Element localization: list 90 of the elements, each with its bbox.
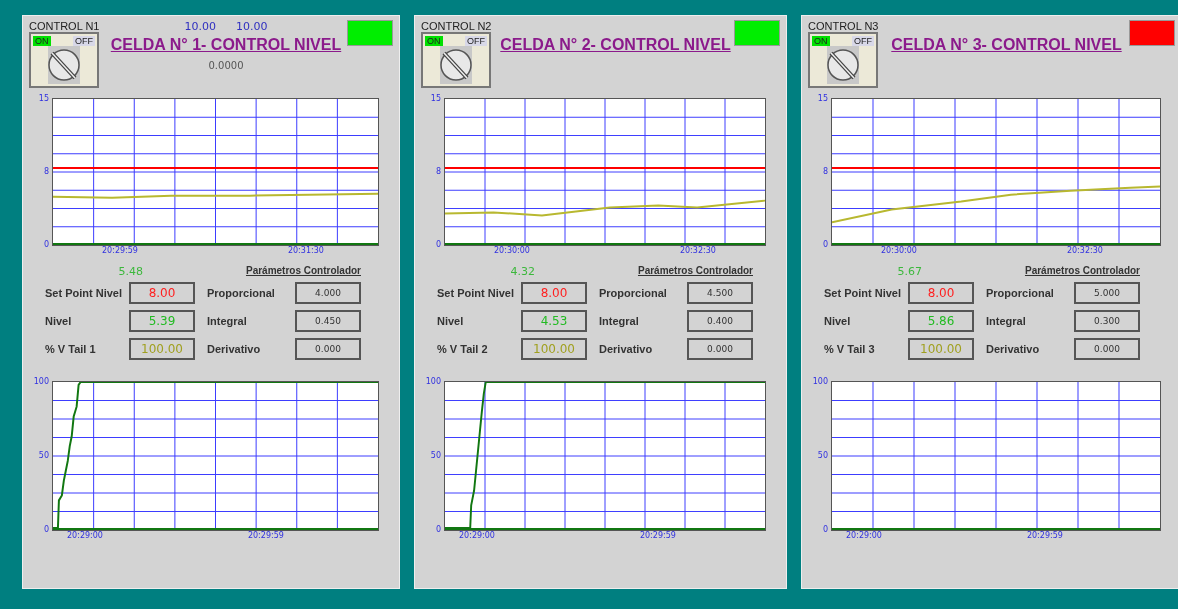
- value-field[interactable]: 0.450: [295, 310, 361, 332]
- axis-tick-label: 20:29:59: [1026, 531, 1063, 542]
- value-readout: 5.67: [897, 265, 922, 279]
- field-label: % V Tail 1: [45, 343, 97, 355]
- axis-tick-label: 20:29:00: [459, 531, 495, 542]
- axis-tick-label: 20:31:30: [287, 246, 324, 257]
- field-label: Nivel: [437, 315, 465, 327]
- axis-tick-label: 20:29:59: [102, 246, 138, 257]
- axis-tick-label: 0: [43, 526, 49, 534]
- on-label: ON: [33, 36, 51, 46]
- control-label: CONTROL N1: [29, 20, 101, 32]
- axis-tick-label: 20:30:00: [881, 246, 917, 257]
- axis-tick-label: 8: [822, 168, 828, 176]
- axis-tick-label: 0: [822, 526, 828, 534]
- axis-tick-label: 50: [38, 452, 49, 460]
- value-field[interactable]: 5.000: [1074, 282, 1140, 304]
- axis-tick-label: 100: [425, 378, 441, 386]
- on-label: ON: [425, 36, 443, 46]
- value-field: 5.86: [908, 310, 974, 332]
- field-label: Derivativo: [599, 343, 654, 355]
- value-readout: 10.00: [236, 20, 268, 35]
- field-label: Proporcional: [207, 287, 276, 299]
- value-field[interactable]: 0.300: [1074, 310, 1140, 332]
- axis-tick-label: 50: [817, 452, 828, 460]
- axis-tick-label: 15: [38, 95, 49, 103]
- value-field: 100.00: [129, 338, 195, 360]
- control-label: CONTROL N3: [808, 20, 880, 32]
- field-label: Proporcional: [599, 287, 668, 299]
- axis-tick-label: 20:30:00: [494, 246, 530, 257]
- section-title: Parámetros Controlador: [245, 265, 361, 278]
- section-title: Parámetros Controlador: [1024, 265, 1140, 278]
- value-field: 8.00: [908, 282, 974, 304]
- value-field[interactable]: 0.400: [687, 310, 753, 332]
- panel-title: CELDA N° 2- CONTROL NIVEL: [500, 36, 731, 54]
- axis-tick-label: 15: [817, 95, 828, 103]
- value-field[interactable]: 4.000: [295, 282, 361, 304]
- on-label: ON: [812, 36, 830, 46]
- value-field: 8.00: [129, 282, 195, 304]
- value-field[interactable]: 0.000: [295, 338, 361, 360]
- value-readout: 4.32: [510, 265, 535, 279]
- axis-tick-label: 20:32:30: [1066, 246, 1103, 257]
- value-readout: 5.48: [118, 265, 143, 279]
- axis-tick-label: 20:29:00: [67, 531, 103, 542]
- control-label: CONTROL N2: [421, 20, 493, 32]
- field-label: % V Tail 3: [824, 343, 876, 355]
- value-field: 100.00: [908, 338, 974, 360]
- axis-tick-label: 50: [430, 452, 441, 460]
- field-label: Proporcional: [986, 287, 1055, 299]
- field-label: Derivativo: [207, 343, 262, 355]
- selector-switch[interactable]: ON OFF: [421, 32, 491, 88]
- off-label: OFF: [852, 36, 874, 46]
- value-readout: 10.00: [184, 20, 216, 35]
- field-label: % V Tail 2: [437, 343, 489, 355]
- axis-tick-label: 0: [43, 241, 49, 249]
- axis-tick-label: 100: [33, 378, 49, 386]
- field-label: Nivel: [45, 315, 73, 327]
- axis-tick-label: 20:29:59: [639, 531, 676, 542]
- axis-tick-label: 20:29:00: [846, 531, 882, 542]
- field-label: Derivativo: [986, 343, 1041, 355]
- axis-tick-label: 20:32:30: [679, 246, 716, 257]
- value-field: 100.00: [521, 338, 587, 360]
- value-field[interactable]: 0.000: [1074, 338, 1140, 360]
- value-field: 4.53: [521, 310, 587, 332]
- field-label: Integral: [207, 315, 248, 327]
- panel-title: CELDA N° 1- CONTROL NIVEL: [110, 36, 342, 54]
- selector-switch[interactable]: ON OFF: [808, 32, 878, 88]
- field-label: Nivel: [824, 315, 852, 327]
- axis-tick-label: 0: [435, 241, 441, 249]
- value-field: 8.00: [521, 282, 587, 304]
- axis-tick-label: 0: [822, 241, 828, 249]
- field-label: Set Point Nivel: [437, 287, 516, 299]
- field-label: Set Point Nivel: [824, 287, 903, 299]
- axis-tick-label: 20:29:59: [247, 531, 284, 542]
- value-readout: 0.0000: [208, 60, 244, 71]
- panel-title: CELDA N° 3- CONTROL NIVEL: [891, 36, 1122, 54]
- axis-tick-label: 0: [435, 526, 441, 534]
- selector-switch[interactable]: ON OFF: [29, 32, 99, 88]
- field-label: Integral: [986, 315, 1027, 327]
- value-field[interactable]: 0.000: [687, 338, 753, 360]
- axis-tick-label: 8: [43, 168, 49, 176]
- off-label: OFF: [465, 36, 487, 46]
- axis-tick-label: 15: [430, 95, 441, 103]
- field-label: Integral: [599, 315, 640, 327]
- section-title: Parámetros Controlador: [637, 265, 753, 278]
- axis-tick-label: 8: [435, 168, 441, 176]
- axis-tick-label: 100: [812, 378, 828, 386]
- off-label: OFF: [73, 36, 95, 46]
- value-field: 5.39: [129, 310, 195, 332]
- field-label: Set Point Nivel: [45, 287, 124, 299]
- value-field[interactable]: 4.500: [687, 282, 753, 304]
